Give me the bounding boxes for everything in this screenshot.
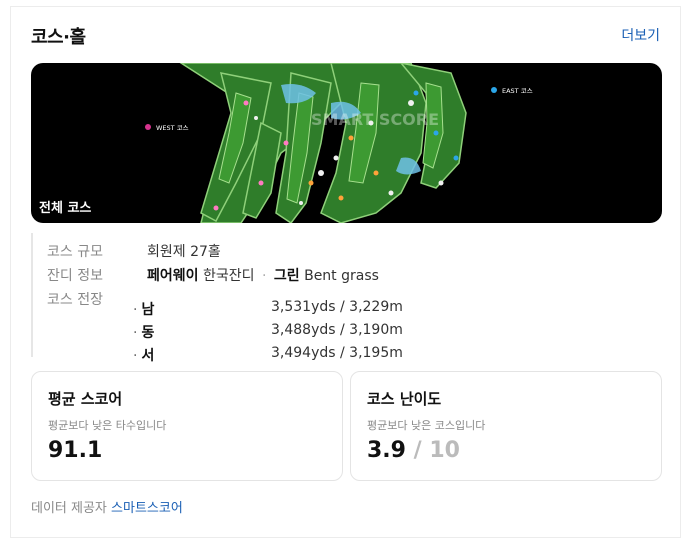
course-name: 동 [141,325,155,341]
course-name: 서 [141,348,155,364]
course-map[interactable]: SMART SCORE WEST 코스 EAST 코스 전체 코스 [31,63,662,223]
fairway-label: 페어웨이 [147,268,199,284]
course-name: 남 [141,302,155,318]
course-info: 코스 규모 회원제 27홀 잔디 정보 페어웨이 한국잔디 · 그린 Bent … [31,233,662,364]
east-course-label[interactable]: EAST 코스 [502,85,533,95]
course-hole-card: 코스·홀 더보기 SMART SCORE WEST 코스 EAST 코스 전체 … [10,6,681,538]
more-link[interactable]: 더보기 [621,25,660,45]
course-length: 3,531yds / 3,229m [271,299,403,315]
size-key: 코스 규모 [47,244,103,260]
provider-link[interactable]: 스마트스코어 [111,501,183,516]
green-label: 그린 [273,268,300,284]
bullet: · [133,348,138,364]
avg-score-value: 91.1 [48,438,103,463]
section-title: 코스·홀 [31,27,86,48]
card-header: 코스·홀 더보기 [31,21,660,51]
length-key: 코스 전장 [47,292,103,308]
course-length: 3,494yds / 3,195m [271,345,403,361]
provider-label: 데이터 제공자 [31,501,107,516]
east-course-pin-icon[interactable] [491,87,497,93]
grass-value: 페어웨이 한국잔디 · 그린 Bent grass [147,265,379,285]
difficulty-title: 코스 난이도 [367,390,442,408]
difficulty-box: 코스 난이도 평균보다 낮은 코스입니다 3.9 / 10 [350,371,662,481]
avg-score-sub: 평균보다 낮은 타수입니다 [48,419,167,432]
west-course-label[interactable]: WEST 코스 [156,122,189,132]
data-provider: 데이터 제공자 스마트스코어 [31,497,183,516]
size-value: 회원제 27홀 [147,244,221,260]
avg-score-title: 평균 스코어 [48,390,123,408]
bullet: · [133,325,138,341]
map-overlay-label: 전체 코스 [39,201,92,216]
bullet: · [133,302,138,318]
fairway-value: 한국잔디 [202,268,255,284]
difficulty-sub: 평균보다 낮은 코스입니다 [367,419,486,432]
course-map-graphic: SMART SCORE [179,63,467,223]
avg-score-box: 평균 스코어 평균보다 낮은 타수입니다 91.1 [31,371,343,481]
grass-separator: · [261,268,267,284]
grass-key: 잔디 정보 [47,268,103,284]
difficulty-max: / 10 [413,438,460,463]
course-length: 3,488yds / 3,190m [271,322,403,338]
length-item-east: · 동 3,488yds / 3,190m [133,322,403,342]
difficulty-value: 3.9 [367,438,406,463]
green-value: Bent grass [304,268,379,284]
watermark-text: SMART SCORE [311,110,439,129]
difficulty-value-group: 3.9 / 10 [367,438,460,463]
length-item-west: · 서 3,494yds / 3,195m [133,345,403,365]
length-item-south: · 남 3,531yds / 3,229m [133,299,403,319]
west-course-pin-icon[interactable] [145,124,151,130]
